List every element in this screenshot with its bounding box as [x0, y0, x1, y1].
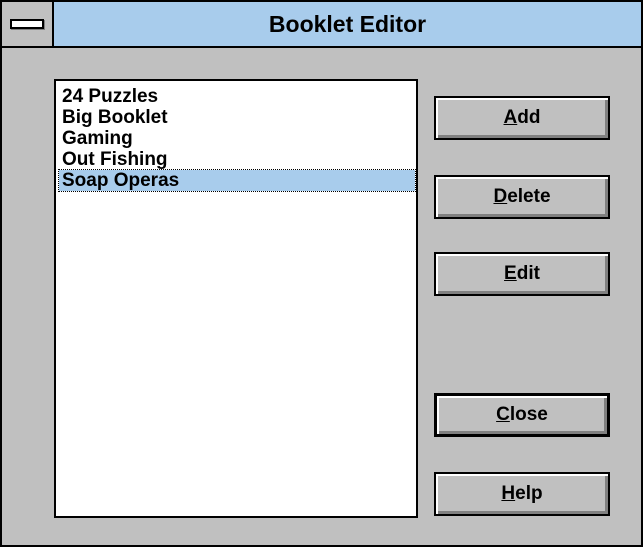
window-title: Booklet Editor — [268, 11, 427, 37]
add-label-rest: dd — [517, 107, 541, 128]
system-menu-button[interactable] — [2, 2, 54, 46]
list-item[interactable]: Gaming — [59, 128, 415, 149]
add-mnemonic: A — [503, 107, 518, 128]
close-mnemonic: C — [496, 404, 510, 425]
list-item[interactable]: 24 Puzzles — [59, 86, 415, 107]
help-button[interactable]: Help — [434, 472, 610, 516]
title-bar[interactable]: Booklet Editor — [2, 2, 641, 48]
booklet-list[interactable]: 24 Puzzles Big Booklet Gaming Out Fishin… — [54, 79, 418, 518]
close-label-rest: lose — [509, 404, 548, 425]
help-label-rest: elp — [515, 483, 543, 504]
list-item[interactable]: Soap Operas — [58, 169, 416, 192]
edit-button[interactable]: Edit — [434, 252, 610, 296]
edit-label-rest: dit — [516, 263, 540, 284]
list-item[interactable]: Out Fishing — [59, 149, 415, 170]
delete-mnemonic: D — [493, 186, 508, 207]
booklet-editor-window: Booklet Editor 24 Puzzles Big Booklet Ga… — [0, 0, 643, 547]
edit-mnemonic: E — [504, 263, 517, 284]
delete-label-rest: elete — [507, 186, 551, 207]
close-button[interactable]: Close — [434, 393, 610, 437]
system-menu-icon — [10, 19, 44, 29]
help-mnemonic: H — [501, 483, 516, 504]
add-button[interactable]: Add — [434, 96, 610, 140]
list-item[interactable]: Big Booklet — [59, 107, 415, 128]
delete-button[interactable]: Delete — [434, 175, 610, 219]
